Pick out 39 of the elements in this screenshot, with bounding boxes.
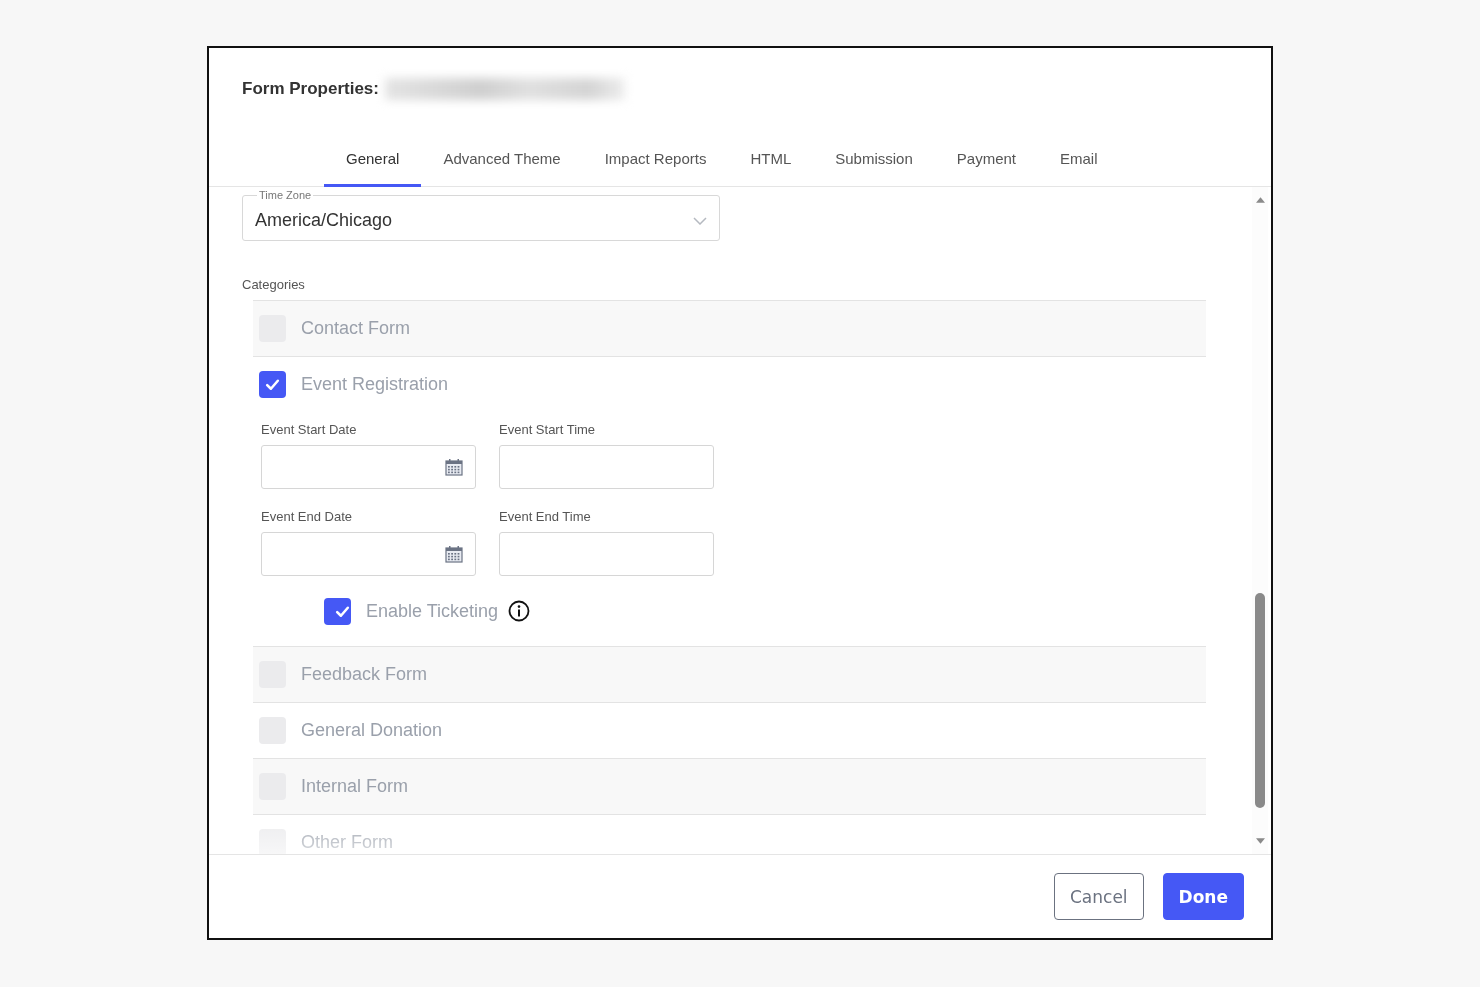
date-field[interactable] [261,532,476,576]
option-label: Enable Ticketing [366,600,499,622]
calendar-icon[interactable] [445,458,463,476]
category-label: Feedback Form [301,664,428,685]
time-field[interactable] [499,445,714,489]
category-label: Contact Form [301,318,411,339]
tab[interactable]: General [324,130,422,187]
section-label: Categories [242,277,306,292]
tab[interactable]: Payment [934,130,1038,187]
info-icon[interactable] [508,600,531,622]
chevron-down-icon [693,217,707,225]
field-label: Event Start Time [499,422,597,437]
category-label: Other Form [301,832,393,853]
select-value: America/Chicago [255,210,393,231]
field-label: Event End Time [499,509,592,524]
tab[interactable]: Email [1038,130,1120,187]
category-label: General Donation [301,720,443,741]
category-label: Internal Form [301,776,409,797]
tab[interactable]: Advanced Theme [421,130,583,187]
time-field[interactable] [499,532,714,576]
calendar-icon[interactable] [445,545,463,563]
checkmark-icon [264,376,281,393]
done-button[interactable]: Done [1162,873,1244,920]
field-label: Event Start Date [261,422,358,437]
cancel-button[interactable]: Cancel [1053,873,1144,920]
dialog-title: Form Properties: [242,79,379,99]
checkbox[interactable] [324,597,351,625]
tab[interactable]: Submission [813,130,935,187]
scroll-up-arrow-icon[interactable] [1255,197,1265,203]
field-label: Time Zone [257,189,314,201]
checkbox[interactable] [259,829,286,854]
tab[interactable]: Impact Reports [582,130,729,187]
field-label: Event End Date [261,509,354,524]
scroll-down-arrow-icon[interactable] [1255,838,1265,844]
scrollbar-thumb[interactable] [1255,593,1265,808]
tab[interactable]: HTML [728,130,814,187]
checkbox[interactable] [259,371,286,398]
date-field[interactable] [261,445,476,489]
category-label: Event Registration [301,374,449,395]
